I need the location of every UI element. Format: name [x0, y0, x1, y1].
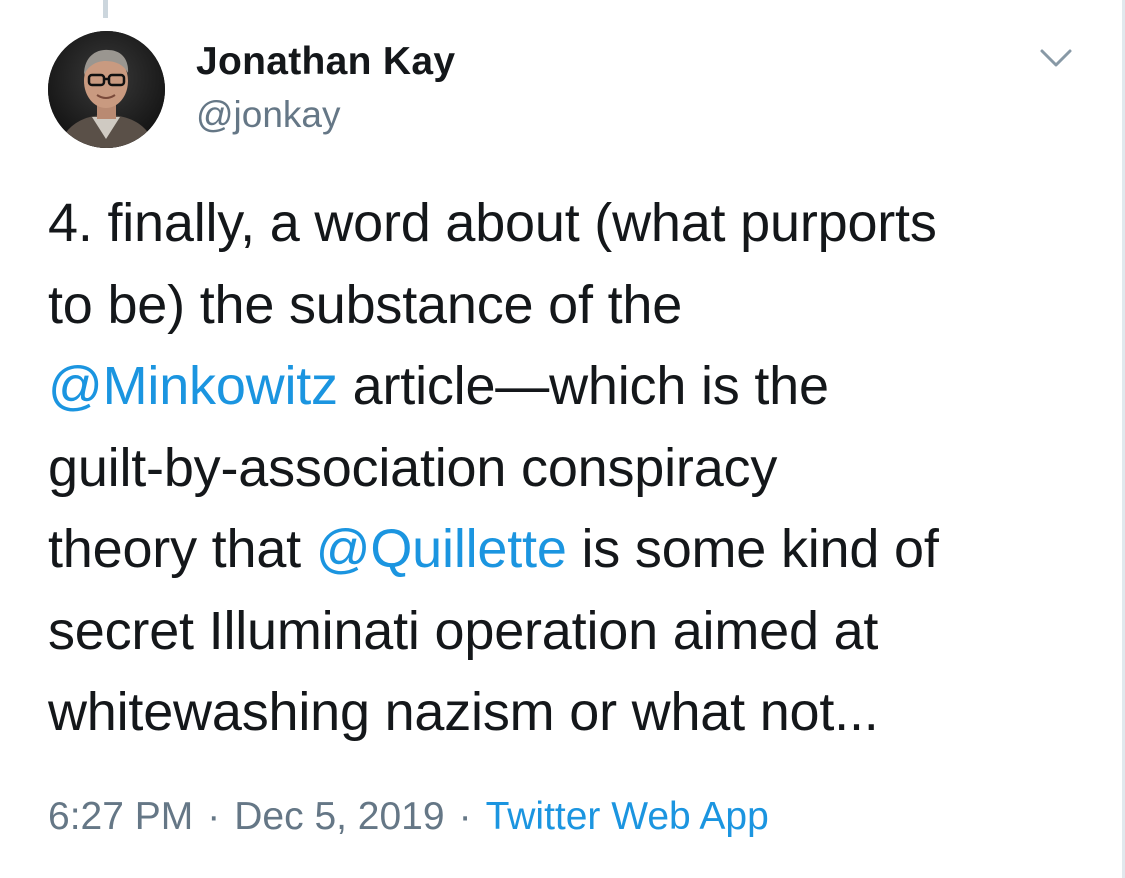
thread-connector-line: [103, 0, 108, 18]
tweet-text: 4. finally, a word about (what purports …: [48, 183, 1088, 754]
meta-separator: ·: [458, 795, 472, 838]
meta-separator: ·: [207, 795, 221, 838]
tweet-date[interactable]: Dec 5, 2019: [234, 795, 444, 838]
tweet-line: @Minkowitz article—which is the: [48, 346, 1088, 428]
author-name[interactable]: Jonathan Kay: [196, 39, 455, 85]
tweet-text-segment: is some kind of: [566, 519, 939, 579]
tweet-source-link[interactable]: Twitter Web App: [486, 795, 769, 838]
mention-link-quillette[interactable]: @Quillette: [316, 519, 567, 579]
profile-photo-icon: [48, 31, 165, 148]
tweet-line: theory that @Quillette is some kind of: [48, 509, 1088, 591]
tweet-time[interactable]: 6:27 PM: [48, 795, 193, 838]
mention-link-minkowitz[interactable]: @Minkowitz: [48, 356, 338, 416]
tweet-line: guilt-by-association conspiracy: [48, 437, 778, 498]
chevron-down-icon[interactable]: [1036, 38, 1076, 78]
tweet-text-segment: article—which is the: [337, 356, 829, 416]
tweet-line: to be) the substance of the: [48, 274, 683, 335]
author-handle[interactable]: @jonkay: [196, 93, 341, 137]
tweet-line: whitewashing nazism or what not...: [48, 682, 879, 742]
tweet-line: secret Illuminati operation aimed at: [48, 600, 879, 661]
tweet-text-segment: theory that: [48, 519, 316, 579]
avatar[interactable]: [48, 31, 165, 148]
tweet-line: 4. finally, a word about (what purports: [48, 193, 937, 253]
tweet-meta: 6:27 PM · Dec 5, 2019 · Twitter Web App: [48, 794, 769, 840]
